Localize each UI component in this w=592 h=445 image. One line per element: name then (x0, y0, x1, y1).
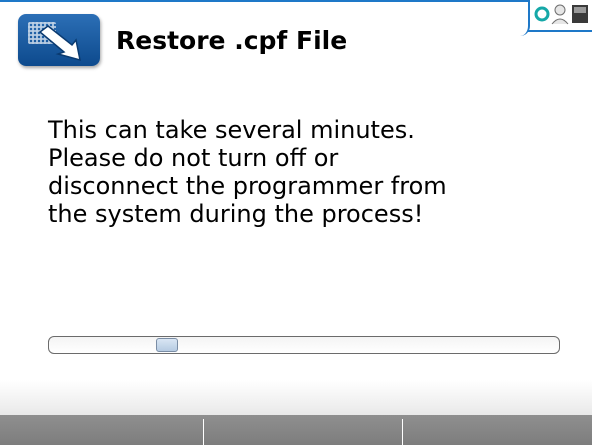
progress-bar (48, 336, 560, 354)
softkey-right[interactable] (395, 415, 592, 445)
connection-icon (534, 6, 550, 22)
user-icon (551, 4, 569, 25)
status-icons (532, 2, 592, 26)
warning-message: This can take several minutes. Please do… (48, 116, 568, 228)
softkey-center[interactable] (197, 415, 394, 445)
softkey-left[interactable] (0, 415, 197, 445)
bottom-fade (0, 380, 592, 415)
message-line: disconnect the programmer from (48, 172, 447, 200)
restore-arrow-icon (18, 14, 100, 66)
softkey-bar (0, 415, 592, 445)
header: Restore .cpf File (0, 0, 592, 70)
battery-icon (572, 5, 588, 23)
message-line: the system during the process! (48, 200, 424, 228)
softkey-divider (203, 419, 204, 445)
header-border-extension (528, 30, 592, 32)
progress-indicator (156, 338, 178, 352)
message-line: This can take several minutes. (48, 116, 415, 144)
message-line: Please do not turn off or (48, 144, 339, 172)
restore-screen: Restore .cpf File This can take several … (0, 0, 592, 445)
page-title: Restore .cpf File (116, 26, 348, 55)
softkey-divider (402, 419, 403, 445)
